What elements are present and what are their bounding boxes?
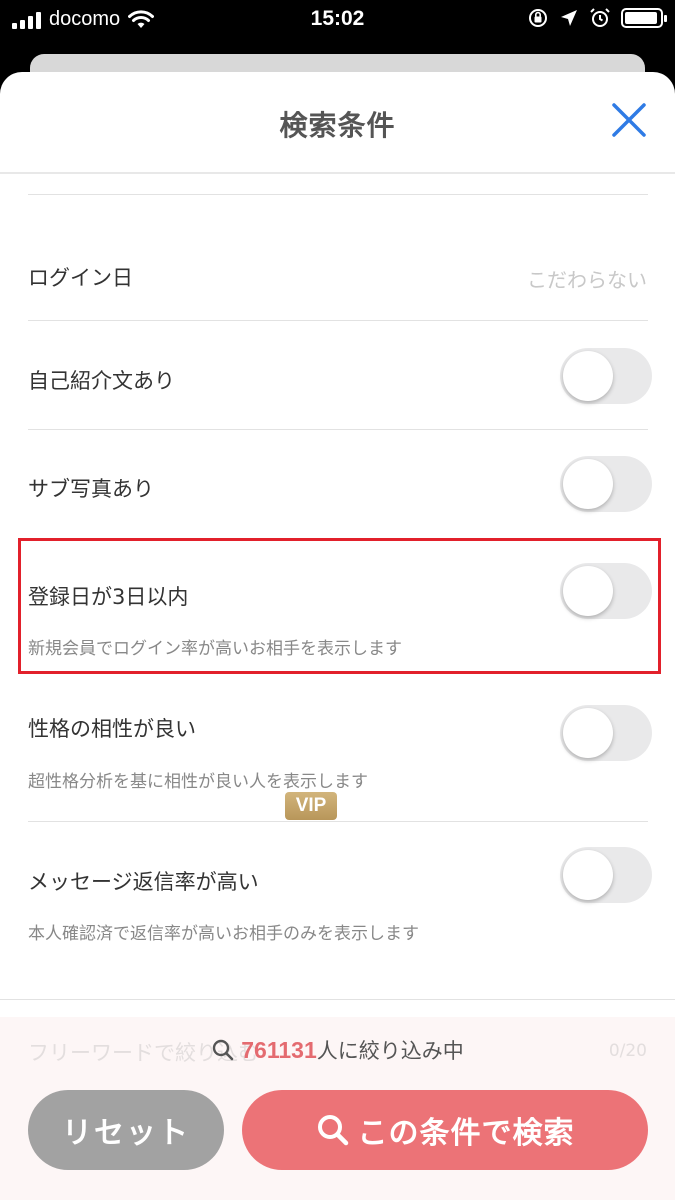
login-day-label[interactable]: ログイン日: [28, 262, 133, 292]
personality-match-description: 超性格分析を基に相性が良い人を表示します: [28, 772, 368, 792]
sheet-header: 検索条件: [0, 72, 675, 174]
result-count-line: 761131人に絞り込み中: [0, 1035, 675, 1065]
divider: [28, 320, 648, 321]
self-intro-toggle[interactable]: [560, 348, 652, 404]
login-day-value[interactable]: こだわらない: [527, 264, 647, 293]
page-title: 検索条件: [279, 109, 396, 142]
search-icon: [317, 1115, 348, 1146]
toggle-knob: [563, 459, 613, 509]
close-icon[interactable]: [611, 102, 647, 138]
alarm-icon: [590, 8, 610, 27]
toggle-knob: [563, 351, 613, 401]
battery-fill: [625, 12, 658, 24]
vip-badge: VIP: [285, 792, 337, 820]
status-bar: docomo 15:02: [0, 0, 675, 40]
result-count: 761131: [241, 1037, 317, 1063]
result-suffix: 人に絞り込み中: [316, 1039, 464, 1063]
highlight-box: [18, 538, 661, 674]
sub-photo-label: サブ写真あり: [28, 477, 154, 501]
battery-icon: [621, 8, 667, 28]
location-icon: [561, 10, 577, 26]
reply-rate-toggle[interactable]: [560, 847, 652, 903]
status-right: [527, 7, 667, 29]
orientation-lock-icon: [529, 9, 547, 27]
personality-match-label: 性格の相性が良い: [28, 717, 196, 741]
self-intro-label: 自己紹介文あり: [28, 369, 175, 393]
reset-button[interactable]: リセット: [28, 1090, 224, 1170]
toggle-knob: [563, 708, 613, 758]
reply-rate-label: メッセージ返信率が高い: [28, 870, 259, 894]
divider: [0, 999, 675, 1000]
search-icon: [213, 1039, 234, 1061]
divider: [28, 429, 648, 430]
divider: [28, 821, 648, 822]
reply-rate-description: 本人確認済で返信率が高いお相手のみを表示します: [28, 924, 419, 944]
personality-match-toggle[interactable]: [560, 705, 652, 761]
search-footer: フリーワードで絞り込む 0/20 761131人に絞り込み中 リセット この条件…: [0, 1017, 675, 1200]
search-button-label: この条件で検索: [357, 1116, 575, 1151]
search-button[interactable]: この条件で検索: [242, 1090, 648, 1170]
sub-photo-toggle[interactable]: [560, 456, 652, 512]
divider: [28, 194, 648, 195]
toggle-knob: [563, 850, 613, 900]
